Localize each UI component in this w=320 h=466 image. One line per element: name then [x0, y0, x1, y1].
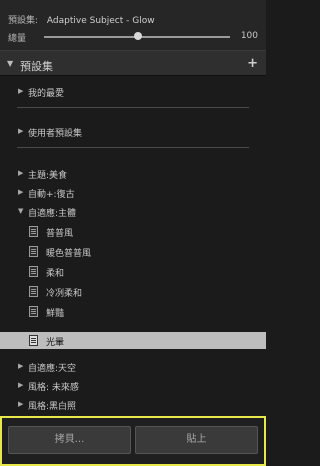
amount-value: 100 [240, 31, 258, 41]
preset-label: 鮮豔 [46, 309, 65, 319]
group-user-presets[interactable]: ▶ 使用者預設集 [0, 123, 266, 140]
preset-item[interactable]: 冷冽柔和 [0, 283, 266, 300]
expand-arrow-icon[interactable]: ▶ [18, 362, 23, 370]
preset-file-icon [29, 306, 38, 317]
expand-arrow-icon[interactable]: ▶ [18, 381, 23, 389]
expand-arrow-icon[interactable]: ▶ [18, 188, 23, 196]
group-label: 風格:黑白照 [28, 402, 77, 412]
preset-label: 冷冽柔和 [46, 289, 83, 299]
group-label: 自適應:主體 [28, 209, 77, 219]
preset-file-icon [29, 286, 38, 297]
group-adaptive-subject[interactable]: ▼ 自適應:主體 [0, 203, 266, 220]
preset-list: ▶ 我的最愛 ▶ 使用者預設集 ▶ 主題:美食 ▶ 自動+:復古 ▼ 自適應:主… [0, 77, 266, 413]
group-label: 我的最愛 [28, 89, 65, 99]
presets-panel-header[interactable]: ▼ 預設集 + [0, 50, 266, 76]
preset-item[interactable]: 普普風 [0, 223, 266, 240]
group-label: 風格: 未來感 [28, 383, 79, 393]
panel-title: 預設集 [20, 60, 53, 73]
expand-arrow-icon[interactable]: ▶ [18, 127, 23, 135]
preset-amount-header: 預設集: Adaptive Subject - Glow 總量 100 [0, 0, 266, 50]
amount-label: 總量 [8, 34, 27, 44]
preset-name: Adaptive Subject - Glow [46, 16, 155, 26]
preset-file-icon [29, 226, 38, 237]
add-preset-icon[interactable]: + [247, 56, 258, 71]
group-adaptive-sky[interactable]: ▶ 自適應:天空 [0, 358, 266, 375]
preset-label: 暖色普普風 [46, 249, 92, 259]
expand-arrow-icon[interactable]: ▶ [18, 400, 23, 408]
collapse-triangle-icon[interactable]: ▼ [7, 59, 13, 68]
group-label: 使用者預設集 [28, 129, 83, 139]
preset-item[interactable]: 鮮豔 [0, 303, 266, 320]
expand-arrow-icon[interactable]: ▶ [18, 169, 23, 177]
group-theme-food[interactable]: ▶ 主題:美食 [0, 165, 266, 182]
preset-label: 普普風 [46, 229, 74, 239]
group-style-bw[interactable]: ▶ 風格:黑白照 [0, 396, 266, 413]
group-style-future[interactable]: ▶ 風格: 未來感 [0, 377, 266, 394]
preset-item[interactable]: 暖色普普風 [0, 243, 266, 260]
divider [17, 107, 249, 108]
preset-item-selected[interactable]: 光暈 [0, 332, 266, 349]
preset-file-icon [29, 266, 38, 277]
preset-file-icon [29, 246, 38, 257]
preset-label: 光暈 [46, 338, 65, 348]
group-auto-retro[interactable]: ▶ 自動+:復古 [0, 184, 266, 201]
preset-label: 柔和 [46, 269, 65, 279]
paste-button[interactable]: 貼上 [135, 426, 258, 454]
group-label: 自適應:天空 [28, 364, 77, 374]
divider [17, 147, 249, 148]
expand-arrow-icon[interactable]: ▶ [18, 87, 23, 95]
group-label: 主題:美食 [28, 171, 68, 181]
amount-row: 總量 100 [8, 31, 258, 44]
group-label: 自動+:復古 [28, 190, 75, 200]
preset-item[interactable]: 柔和 [0, 263, 266, 280]
copy-paste-bar: 拷貝... 貼上 [0, 416, 266, 466]
preset-label: 預設集: [8, 16, 39, 26]
amount-slider-thumb[interactable] [134, 32, 142, 40]
preset-file-icon [29, 335, 38, 346]
collapse-arrow-icon[interactable]: ▼ [18, 207, 23, 215]
preset-info: 預設集: Adaptive Subject - Glow [8, 13, 155, 26]
copy-button[interactable]: 拷貝... [8, 426, 131, 454]
group-favorites[interactable]: ▶ 我的最愛 [0, 83, 266, 100]
